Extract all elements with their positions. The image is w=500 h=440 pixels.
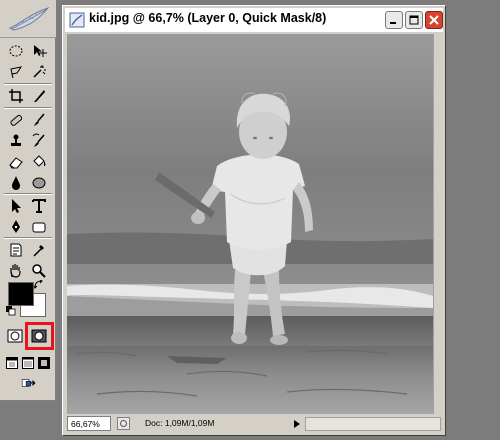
document-title: kid.jpg @ 66,7% (Layer 0, Quick Mask/8) [89,11,327,25]
dodge-icon [32,177,46,189]
swap-colors-icon[interactable] [34,280,44,290]
tool-separator [4,107,52,109]
eraser-icon [9,157,23,169]
document-size-info: Doc: 1,09M/1,09M [145,418,215,428]
paint-bucket-icon [33,155,46,167]
notes-icon [10,243,22,257]
arrow-cursor-icon [12,199,21,213]
maximize-icon [409,15,419,25]
full-screen-mode-icon[interactable] [38,357,50,369]
crop-tool[interactable] [5,86,27,106]
standard-mode-button[interactable] [6,328,24,344]
pen-tool[interactable] [5,217,27,237]
move-icon [34,45,47,57]
dodge-tool[interactable] [28,173,50,193]
kid-photo-image [67,34,433,414]
image-canvas[interactable] [67,34,433,414]
move-tool[interactable] [28,41,50,61]
history-brush-icon [32,133,45,147]
magnifier-icon [32,264,46,278]
magic-wand-tool[interactable] [28,62,50,82]
tool-separator [4,237,52,239]
jump-to-imageready-button[interactable] [14,373,44,393]
brush-icon [34,113,45,126]
document-title-bar[interactable]: kid.jpg @ 66,7% (Layer 0, Quick Mask/8) [65,8,443,32]
minimize-button[interactable] [385,11,403,29]
water-drop-icon [12,176,20,190]
tools-header [0,0,56,38]
stamp-icon [11,134,21,146]
rectangle-shape-icon [32,222,46,233]
blur-tool[interactable] [5,173,27,193]
close-button[interactable] [425,11,443,29]
bandage-icon [10,114,23,126]
paint-bucket-tool[interactable] [28,152,50,172]
slice-tool[interactable] [28,86,50,106]
type-tool[interactable] [28,196,50,216]
type-t-icon [32,199,46,213]
default-colors-icon[interactable] [6,306,16,316]
notes-tool[interactable] [5,240,27,260]
status-menu-arrow-icon[interactable] [293,419,301,429]
foreground-color-swatch[interactable] [8,282,34,306]
eraser-tool[interactable] [5,152,27,172]
zoom-level-field[interactable]: 66,67% [67,416,111,431]
path-selection-tool[interactable] [5,196,27,216]
clone-stamp-tool[interactable] [5,131,27,151]
quick-mask-highlight [25,322,54,350]
tool-separator [4,193,52,195]
brush-tool[interactable] [28,110,50,130]
horizontal-scrollbar[interactable] [305,417,441,431]
crop-icon [9,89,23,103]
lasso-tool[interactable] [5,62,27,82]
eyedropper-icon [33,245,44,257]
lasso-icon [10,66,23,79]
history-brush-tool[interactable] [28,131,50,151]
shape-tool[interactable] [28,217,50,237]
full-screen-menu-mode-icon[interactable] [22,357,34,369]
zoom-tool[interactable] [28,261,50,281]
tool-separator [4,83,52,85]
maximize-button[interactable] [405,11,423,29]
pen-icon [12,220,20,233]
hand-icon [10,264,21,278]
adobe-feather-icon[interactable] [6,4,52,34]
close-icon [429,15,439,25]
imageready-icon [21,379,36,387]
slice-icon [34,90,45,102]
photoshop-document-icon [69,12,85,28]
tools-palette [0,0,56,401]
document-window: kid.jpg @ 66,7% (Layer 0, Quick Mask/8) [62,5,446,436]
minimize-icon [390,22,396,24]
marquee-tool[interactable] [5,41,27,61]
standard-mode-icon [7,329,23,343]
vertical-scrollbar[interactable] [433,34,444,414]
standard-screen-mode-icon[interactable] [6,357,18,369]
navigator-icon[interactable] [117,417,130,430]
eyedropper-tool[interactable] [28,240,50,260]
healing-brush-tool[interactable] [5,110,27,130]
status-bar: 66,67% Doc: 1,09M/1,09M [65,415,443,433]
marquee-icon [9,45,23,57]
hand-tool[interactable] [5,261,27,281]
magic-wand-icon [33,65,46,78]
